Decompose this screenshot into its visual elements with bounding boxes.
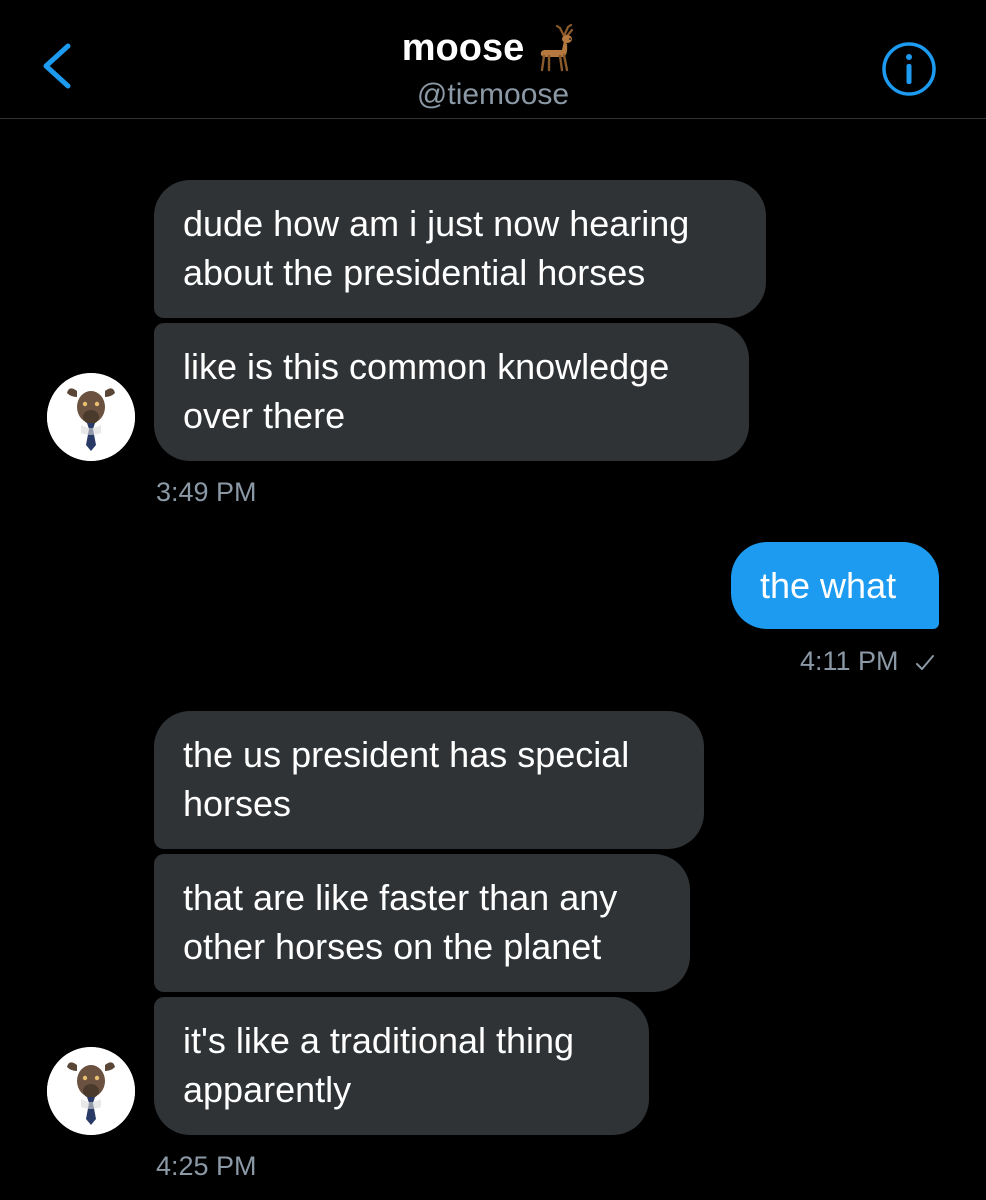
received-message-bubble[interactable]: that are like faster than any other hors…	[154, 854, 690, 992]
received-message-bubble[interactable]: dude how am i just now hearing about the…	[154, 180, 766, 318]
message-text-line: that are like faster than any	[183, 877, 618, 918]
message-text-line: dude how am i just now hearing	[183, 203, 690, 244]
moose-avatar-icon	[47, 373, 135, 461]
received-message-bubble[interactable]: like is this common knowledge over there	[154, 323, 749, 461]
conversation-title[interactable]: moose @tiemoose	[0, 24, 986, 112]
sent-message-bubble[interactable]: the what	[731, 542, 939, 629]
received-message-bubble[interactable]: it's like a traditional thing apparently	[154, 997, 649, 1135]
moose-avatar-icon	[47, 1047, 135, 1135]
contact-handle: @tiemoose	[416, 78, 570, 111]
message-text-line: it's like a traditional thing	[183, 1020, 575, 1061]
message-timestamp: 3:49 PM	[156, 477, 257, 507]
message-text-line: apparently	[183, 1069, 352, 1110]
message-text-line: like is this common knowledge	[183, 346, 670, 387]
conversation-header: moose @tiemoose	[0, 0, 986, 119]
message-timestamp: 4:11 PM	[800, 646, 899, 676]
contact-name-row: moose	[402, 24, 584, 72]
message-timestamp: 4:25 PM	[156, 1151, 257, 1181]
message-text-line: the what	[760, 565, 897, 606]
message-timestamp-row: 4:11 PM	[800, 646, 936, 677]
message-text-line: other horses on the planet	[183, 926, 602, 967]
avatar[interactable]	[47, 1047, 135, 1135]
avatar[interactable]	[47, 373, 135, 461]
deer-emoji-icon	[541, 24, 574, 72]
message-text-line: over there	[183, 395, 346, 436]
received-message-bubble[interactable]: the us president has special horses	[154, 711, 704, 849]
message-text-line: the us president has special	[183, 734, 630, 775]
info-icon[interactable]	[880, 40, 938, 98]
message-text-line: horses	[183, 783, 292, 824]
message-text-line: about the presidential horses	[183, 252, 646, 293]
contact-name: moose	[401, 26, 525, 69]
checkmark-icon	[916, 654, 935, 670]
